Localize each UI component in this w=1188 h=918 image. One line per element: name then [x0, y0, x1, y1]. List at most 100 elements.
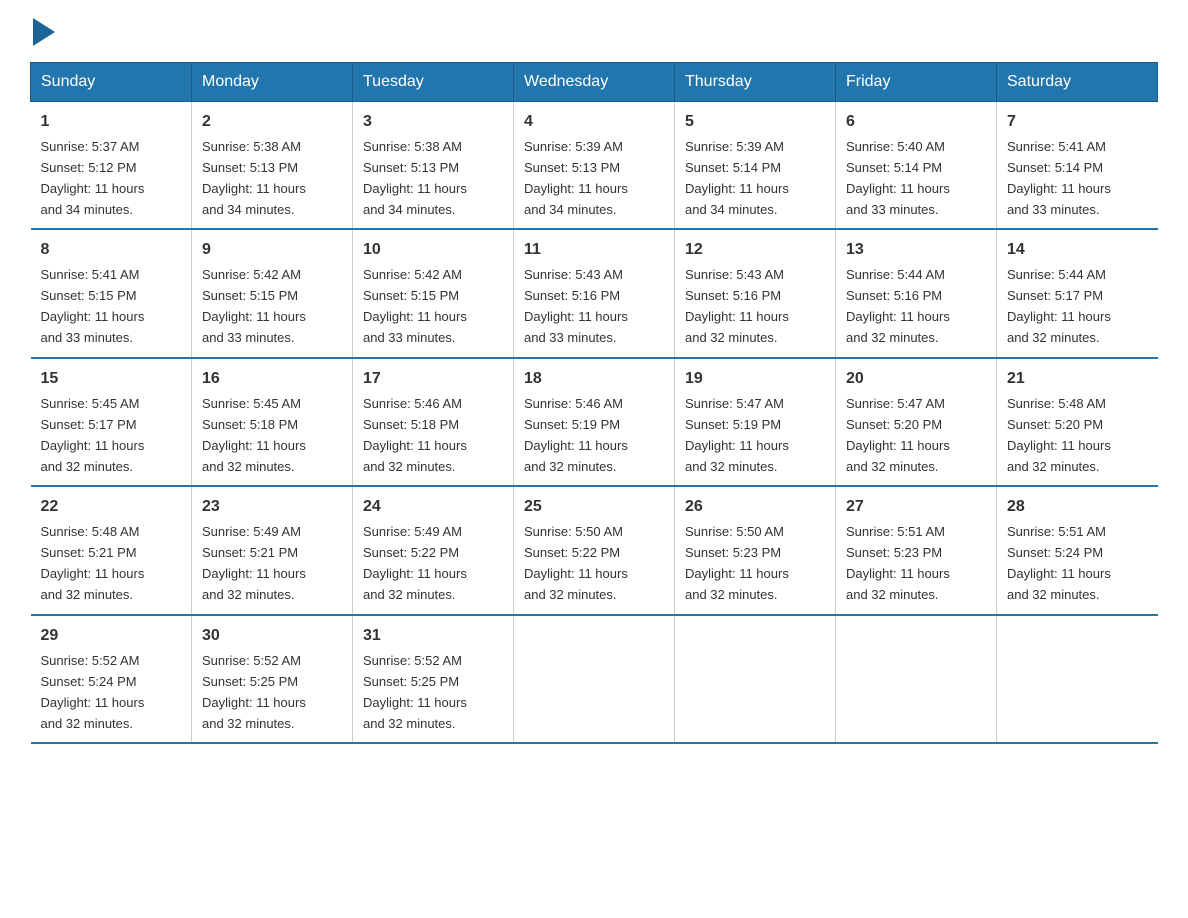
day-number: 15 — [41, 367, 182, 392]
calendar-day-cell: 21 Sunrise: 5:48 AMSunset: 5:20 PMDaylig… — [997, 358, 1158, 486]
day-info: Sunrise: 5:51 AMSunset: 5:23 PMDaylight:… — [846, 524, 950, 602]
day-number: 14 — [1007, 238, 1148, 263]
day-info: Sunrise: 5:40 AMSunset: 5:14 PMDaylight:… — [846, 139, 950, 217]
day-number: 8 — [41, 238, 182, 263]
day-info: Sunrise: 5:43 AMSunset: 5:16 PMDaylight:… — [685, 267, 789, 345]
day-info: Sunrise: 5:51 AMSunset: 5:24 PMDaylight:… — [1007, 524, 1111, 602]
day-number: 21 — [1007, 367, 1148, 392]
calendar-day-cell: 24 Sunrise: 5:49 AMSunset: 5:22 PMDaylig… — [353, 486, 514, 614]
day-info: Sunrise: 5:38 AMSunset: 5:13 PMDaylight:… — [202, 139, 306, 217]
calendar-week-row: 15 Sunrise: 5:45 AMSunset: 5:17 PMDaylig… — [31, 358, 1158, 486]
calendar-body: 1 Sunrise: 5:37 AMSunset: 5:12 PMDayligh… — [31, 102, 1158, 744]
day-info: Sunrise: 5:42 AMSunset: 5:15 PMDaylight:… — [363, 267, 467, 345]
calendar-day-cell: 7 Sunrise: 5:41 AMSunset: 5:14 PMDayligh… — [997, 102, 1158, 230]
calendar-day-cell: 4 Sunrise: 5:39 AMSunset: 5:13 PMDayligh… — [514, 102, 675, 230]
day-info: Sunrise: 5:46 AMSunset: 5:19 PMDaylight:… — [524, 396, 628, 474]
day-number: 5 — [685, 110, 825, 135]
day-info: Sunrise: 5:42 AMSunset: 5:15 PMDaylight:… — [202, 267, 306, 345]
calendar-day-cell: 30 Sunrise: 5:52 AMSunset: 5:25 PMDaylig… — [192, 615, 353, 743]
days-of-week-row: SundayMondayTuesdayWednesdayThursdayFrid… — [31, 63, 1158, 102]
day-number: 13 — [846, 238, 986, 263]
calendar-day-cell: 22 Sunrise: 5:48 AMSunset: 5:21 PMDaylig… — [31, 486, 192, 614]
calendar-day-cell: 10 Sunrise: 5:42 AMSunset: 5:15 PMDaylig… — [353, 229, 514, 357]
day-info: Sunrise: 5:41 AMSunset: 5:15 PMDaylight:… — [41, 267, 145, 345]
calendar-day-cell: 11 Sunrise: 5:43 AMSunset: 5:16 PMDaylig… — [514, 229, 675, 357]
day-number: 23 — [202, 495, 342, 520]
day-number: 3 — [363, 110, 503, 135]
day-number: 1 — [41, 110, 182, 135]
day-info: Sunrise: 5:50 AMSunset: 5:22 PMDaylight:… — [524, 524, 628, 602]
logo — [30, 20, 55, 46]
day-info: Sunrise: 5:38 AMSunset: 5:13 PMDaylight:… — [363, 139, 467, 217]
day-number: 24 — [363, 495, 503, 520]
calendar-day-cell: 25 Sunrise: 5:50 AMSunset: 5:22 PMDaylig… — [514, 486, 675, 614]
day-info: Sunrise: 5:49 AMSunset: 5:22 PMDaylight:… — [363, 524, 467, 602]
day-info: Sunrise: 5:52 AMSunset: 5:25 PMDaylight:… — [363, 653, 467, 731]
calendar-day-cell: 8 Sunrise: 5:41 AMSunset: 5:15 PMDayligh… — [31, 229, 192, 357]
calendar-table: SundayMondayTuesdayWednesdayThursdayFrid… — [30, 62, 1158, 744]
calendar-day-cell: 5 Sunrise: 5:39 AMSunset: 5:14 PMDayligh… — [675, 102, 836, 230]
day-info: Sunrise: 5:48 AMSunset: 5:21 PMDaylight:… — [41, 524, 145, 602]
day-info: Sunrise: 5:52 AMSunset: 5:24 PMDaylight:… — [41, 653, 145, 731]
day-info: Sunrise: 5:46 AMSunset: 5:18 PMDaylight:… — [363, 396, 467, 474]
calendar-day-cell: 19 Sunrise: 5:47 AMSunset: 5:19 PMDaylig… — [675, 358, 836, 486]
day-number: 25 — [524, 495, 664, 520]
calendar-day-cell: 13 Sunrise: 5:44 AMSunset: 5:16 PMDaylig… — [836, 229, 997, 357]
calendar-day-cell: 9 Sunrise: 5:42 AMSunset: 5:15 PMDayligh… — [192, 229, 353, 357]
day-info: Sunrise: 5:44 AMSunset: 5:16 PMDaylight:… — [846, 267, 950, 345]
calendar-day-cell: 12 Sunrise: 5:43 AMSunset: 5:16 PMDaylig… — [675, 229, 836, 357]
day-number: 10 — [363, 238, 503, 263]
calendar-week-row: 22 Sunrise: 5:48 AMSunset: 5:21 PMDaylig… — [31, 486, 1158, 614]
day-info: Sunrise: 5:39 AMSunset: 5:14 PMDaylight:… — [685, 139, 789, 217]
day-number: 29 — [41, 624, 182, 649]
calendar-day-cell: 27 Sunrise: 5:51 AMSunset: 5:23 PMDaylig… — [836, 486, 997, 614]
day-info: Sunrise: 5:49 AMSunset: 5:21 PMDaylight:… — [202, 524, 306, 602]
day-of-week-header: Wednesday — [514, 63, 675, 102]
calendar-day-cell: 29 Sunrise: 5:52 AMSunset: 5:24 PMDaylig… — [31, 615, 192, 743]
calendar-day-cell: 20 Sunrise: 5:47 AMSunset: 5:20 PMDaylig… — [836, 358, 997, 486]
day-number: 20 — [846, 367, 986, 392]
day-of-week-header: Sunday — [31, 63, 192, 102]
calendar-day-cell: 14 Sunrise: 5:44 AMSunset: 5:17 PMDaylig… — [997, 229, 1158, 357]
calendar-day-cell: 23 Sunrise: 5:49 AMSunset: 5:21 PMDaylig… — [192, 486, 353, 614]
calendar-header: SundayMondayTuesdayWednesdayThursdayFrid… — [31, 63, 1158, 102]
day-info: Sunrise: 5:41 AMSunset: 5:14 PMDaylight:… — [1007, 139, 1111, 217]
calendar-week-row: 1 Sunrise: 5:37 AMSunset: 5:12 PMDayligh… — [31, 102, 1158, 230]
calendar-day-cell: 15 Sunrise: 5:45 AMSunset: 5:17 PMDaylig… — [31, 358, 192, 486]
day-number: 4 — [524, 110, 664, 135]
day-info: Sunrise: 5:44 AMSunset: 5:17 PMDaylight:… — [1007, 267, 1111, 345]
day-of-week-header: Friday — [836, 63, 997, 102]
page-header — [30, 20, 1158, 46]
day-of-week-header: Saturday — [997, 63, 1158, 102]
day-info: Sunrise: 5:37 AMSunset: 5:12 PMDaylight:… — [41, 139, 145, 217]
day-of-week-header: Thursday — [675, 63, 836, 102]
calendar-day-cell: 28 Sunrise: 5:51 AMSunset: 5:24 PMDaylig… — [997, 486, 1158, 614]
day-info: Sunrise: 5:43 AMSunset: 5:16 PMDaylight:… — [524, 267, 628, 345]
day-number: 27 — [846, 495, 986, 520]
day-info: Sunrise: 5:50 AMSunset: 5:23 PMDaylight:… — [685, 524, 789, 602]
day-number: 19 — [685, 367, 825, 392]
day-info: Sunrise: 5:47 AMSunset: 5:19 PMDaylight:… — [685, 396, 789, 474]
day-number: 26 — [685, 495, 825, 520]
logo-arrow-icon — [33, 18, 55, 46]
day-info: Sunrise: 5:45 AMSunset: 5:18 PMDaylight:… — [202, 396, 306, 474]
calendar-day-cell: 17 Sunrise: 5:46 AMSunset: 5:18 PMDaylig… — [353, 358, 514, 486]
day-number: 7 — [1007, 110, 1148, 135]
calendar-day-cell: 26 Sunrise: 5:50 AMSunset: 5:23 PMDaylig… — [675, 486, 836, 614]
day-number: 6 — [846, 110, 986, 135]
calendar-day-cell: 3 Sunrise: 5:38 AMSunset: 5:13 PMDayligh… — [353, 102, 514, 230]
day-number: 17 — [363, 367, 503, 392]
day-number: 18 — [524, 367, 664, 392]
day-number: 11 — [524, 238, 664, 263]
day-info: Sunrise: 5:47 AMSunset: 5:20 PMDaylight:… — [846, 396, 950, 474]
calendar-week-row: 29 Sunrise: 5:52 AMSunset: 5:24 PMDaylig… — [31, 615, 1158, 743]
day-info: Sunrise: 5:39 AMSunset: 5:13 PMDaylight:… — [524, 139, 628, 217]
calendar-week-row: 8 Sunrise: 5:41 AMSunset: 5:15 PMDayligh… — [31, 229, 1158, 357]
calendar-day-cell: 6 Sunrise: 5:40 AMSunset: 5:14 PMDayligh… — [836, 102, 997, 230]
calendar-day-cell — [997, 615, 1158, 743]
day-of-week-header: Monday — [192, 63, 353, 102]
day-number: 22 — [41, 495, 182, 520]
calendar-day-cell: 31 Sunrise: 5:52 AMSunset: 5:25 PMDaylig… — [353, 615, 514, 743]
day-number: 12 — [685, 238, 825, 263]
day-number: 28 — [1007, 495, 1148, 520]
